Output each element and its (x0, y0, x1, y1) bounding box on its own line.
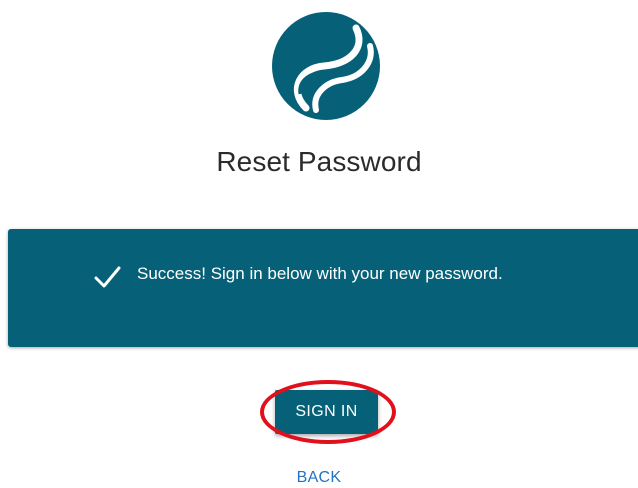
page-title: Reset Password (216, 146, 422, 177)
back-link[interactable]: BACK (0, 469, 638, 487)
success-message: Success! Sign in below with your new pas… (137, 264, 503, 283)
success-banner: Success! Sign in below with your new pas… (8, 229, 638, 347)
brand-logo-icon (270, 10, 382, 122)
sign-in-button[interactable]: SIGN IN (275, 390, 378, 434)
checkmark-icon (92, 262, 122, 292)
